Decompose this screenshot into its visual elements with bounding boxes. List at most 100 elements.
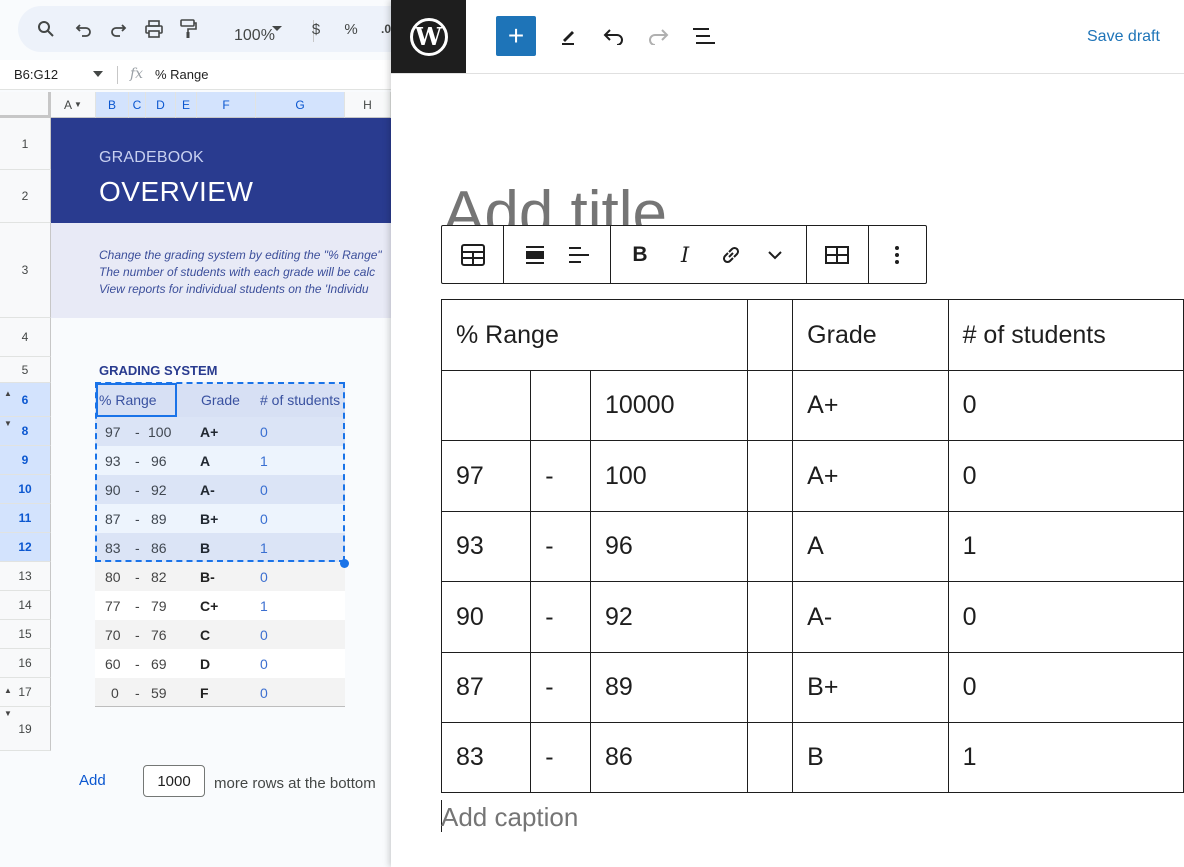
table-cell[interactable]: 0 (947, 581, 1184, 653)
row-header-2[interactable]: 2 (0, 170, 51, 223)
table-cell[interactable]: - (530, 652, 591, 723)
table-cell[interactable] (747, 581, 794, 653)
name-box-dropdown-icon[interactable] (93, 71, 103, 78)
wordpress-logo-icon[interactable]: W (391, 0, 466, 73)
undo-icon[interactable] (600, 22, 628, 50)
percent-format-button[interactable]: % (338, 16, 364, 42)
table-cell[interactable]: A+ (792, 440, 949, 512)
table-cell[interactable] (747, 440, 794, 512)
post-title-input[interactable]: Add title (443, 183, 763, 225)
range-high-cell[interactable]: 76 (151, 627, 167, 643)
table-cell[interactable]: 10000 (589, 370, 749, 441)
range-low-cell[interactable]: 70 (105, 627, 121, 643)
table-cell[interactable]: 1 (947, 511, 1184, 582)
paint-format-icon[interactable] (175, 16, 201, 42)
column-header-h[interactable]: H (345, 92, 391, 118)
row-header-6[interactable]: ▲ 6 (0, 383, 51, 417)
add-block-button[interactable]: + (496, 16, 536, 56)
table-cell[interactable]: Grade (792, 299, 949, 371)
table-cell[interactable] (747, 511, 794, 582)
decimal-format-button[interactable]: .0 (373, 16, 391, 42)
undo-icon[interactable] (71, 16, 97, 42)
link-icon[interactable] (716, 240, 746, 270)
table-cell[interactable]: 83 (440, 722, 532, 793)
student-count-cell[interactable]: 0 (260, 569, 268, 585)
table-cell[interactable]: 100 (589, 440, 749, 512)
grade-cell[interactable]: C (200, 627, 210, 643)
row-header-10[interactable]: 10 (0, 475, 51, 504)
formula-input[interactable]: % Range (155, 67, 208, 82)
fill-handle[interactable] (340, 559, 349, 568)
table-cell[interactable] (747, 370, 794, 441)
table-caption-input[interactable]: Add caption (441, 802, 578, 833)
bold-icon[interactable]: B (625, 240, 655, 270)
table-icon[interactable] (458, 240, 488, 270)
table-cell[interactable]: % Range (440, 299, 749, 371)
redo-icon[interactable] (105, 16, 131, 42)
currency-format-button[interactable]: $ (303, 16, 329, 42)
pencil-icon[interactable] (555, 22, 583, 50)
row-header-8[interactable]: ▼ 8 (0, 417, 51, 446)
row-header-17[interactable]: ▲ 17 (0, 678, 51, 707)
grade-cell[interactable]: D (200, 656, 210, 672)
range-dash-cell[interactable]: - (135, 598, 140, 614)
row-header-4[interactable]: 4 (0, 318, 51, 357)
text-align-icon[interactable] (564, 240, 594, 270)
table-cell[interactable]: - (530, 511, 591, 582)
row-header-9[interactable]: 9 (0, 446, 51, 475)
print-icon[interactable] (141, 16, 167, 42)
table-cell[interactable] (530, 370, 591, 441)
table-cell[interactable]: 90 (440, 581, 532, 653)
grade-cell[interactable]: C+ (200, 598, 218, 614)
table-cell[interactable]: B (792, 722, 949, 793)
range-high-cell[interactable]: 69 (151, 656, 167, 672)
table-cell[interactable]: 1 (947, 722, 1184, 793)
table-cell[interactable]: - (530, 722, 591, 793)
range-dash-cell[interactable]: - (135, 656, 140, 672)
range-low-cell[interactable]: 0 (111, 685, 119, 701)
row-header-3[interactable]: 3 (0, 223, 51, 318)
table-cell[interactable]: 92 (589, 581, 749, 653)
table-cell[interactable] (747, 722, 794, 793)
add-rows-button[interactable]: Add (79, 772, 106, 789)
column-header-b[interactable]: B (96, 92, 129, 118)
range-low-cell[interactable]: 80 (105, 569, 121, 585)
table-cell[interactable]: - (530, 581, 591, 653)
chevron-down-icon[interactable] (264, 16, 290, 42)
range-dash-cell[interactable]: - (135, 685, 140, 701)
row-header-14[interactable]: 14 (0, 591, 51, 620)
range-dash-cell[interactable]: - (135, 569, 140, 585)
range-low-cell[interactable]: 60 (105, 656, 121, 672)
grade-cell[interactable]: F (200, 685, 209, 701)
table-cell[interactable]: A- (792, 581, 949, 653)
table-cell[interactable]: - (530, 440, 591, 512)
row-header-16[interactable]: 16 (0, 649, 51, 678)
row-header-5[interactable]: 5 (0, 357, 51, 383)
table-cell[interactable]: 89 (589, 652, 749, 723)
range-high-cell[interactable]: 82 (151, 569, 167, 585)
align-icon[interactable] (520, 240, 550, 270)
table-cell[interactable]: B+ (792, 652, 949, 723)
table-cell[interactable]: 0 (947, 370, 1184, 441)
italic-icon[interactable]: I (670, 240, 700, 270)
column-header-a[interactable]: A ▼ (51, 92, 96, 118)
search-icon[interactable] (33, 16, 59, 42)
table-cell[interactable]: A (792, 511, 949, 582)
range-low-cell[interactable]: 77 (105, 598, 121, 614)
table-cell[interactable]: # of students (947, 299, 1184, 371)
table-cell[interactable] (747, 299, 794, 371)
column-header-f[interactable]: F (197, 92, 256, 118)
column-header-c[interactable]: C (129, 92, 146, 118)
student-count-cell[interactable]: 1 (260, 598, 268, 614)
student-count-cell[interactable]: 0 (260, 685, 268, 701)
row-header-13[interactable]: 13 (0, 562, 51, 591)
table-cell[interactable]: 0 (947, 652, 1184, 723)
row-header-1[interactable]: 1 (0, 118, 51, 170)
student-count-cell[interactable]: 0 (260, 656, 268, 672)
range-high-cell[interactable]: 79 (151, 598, 167, 614)
row-header-19[interactable]: ▼ 19 (0, 707, 51, 751)
more-options-icon[interactable] (882, 240, 912, 270)
column-header-g[interactable]: G (256, 92, 345, 118)
row-header-15[interactable]: 15 (0, 620, 51, 649)
save-draft-button[interactable]: Save draft (1087, 28, 1160, 46)
